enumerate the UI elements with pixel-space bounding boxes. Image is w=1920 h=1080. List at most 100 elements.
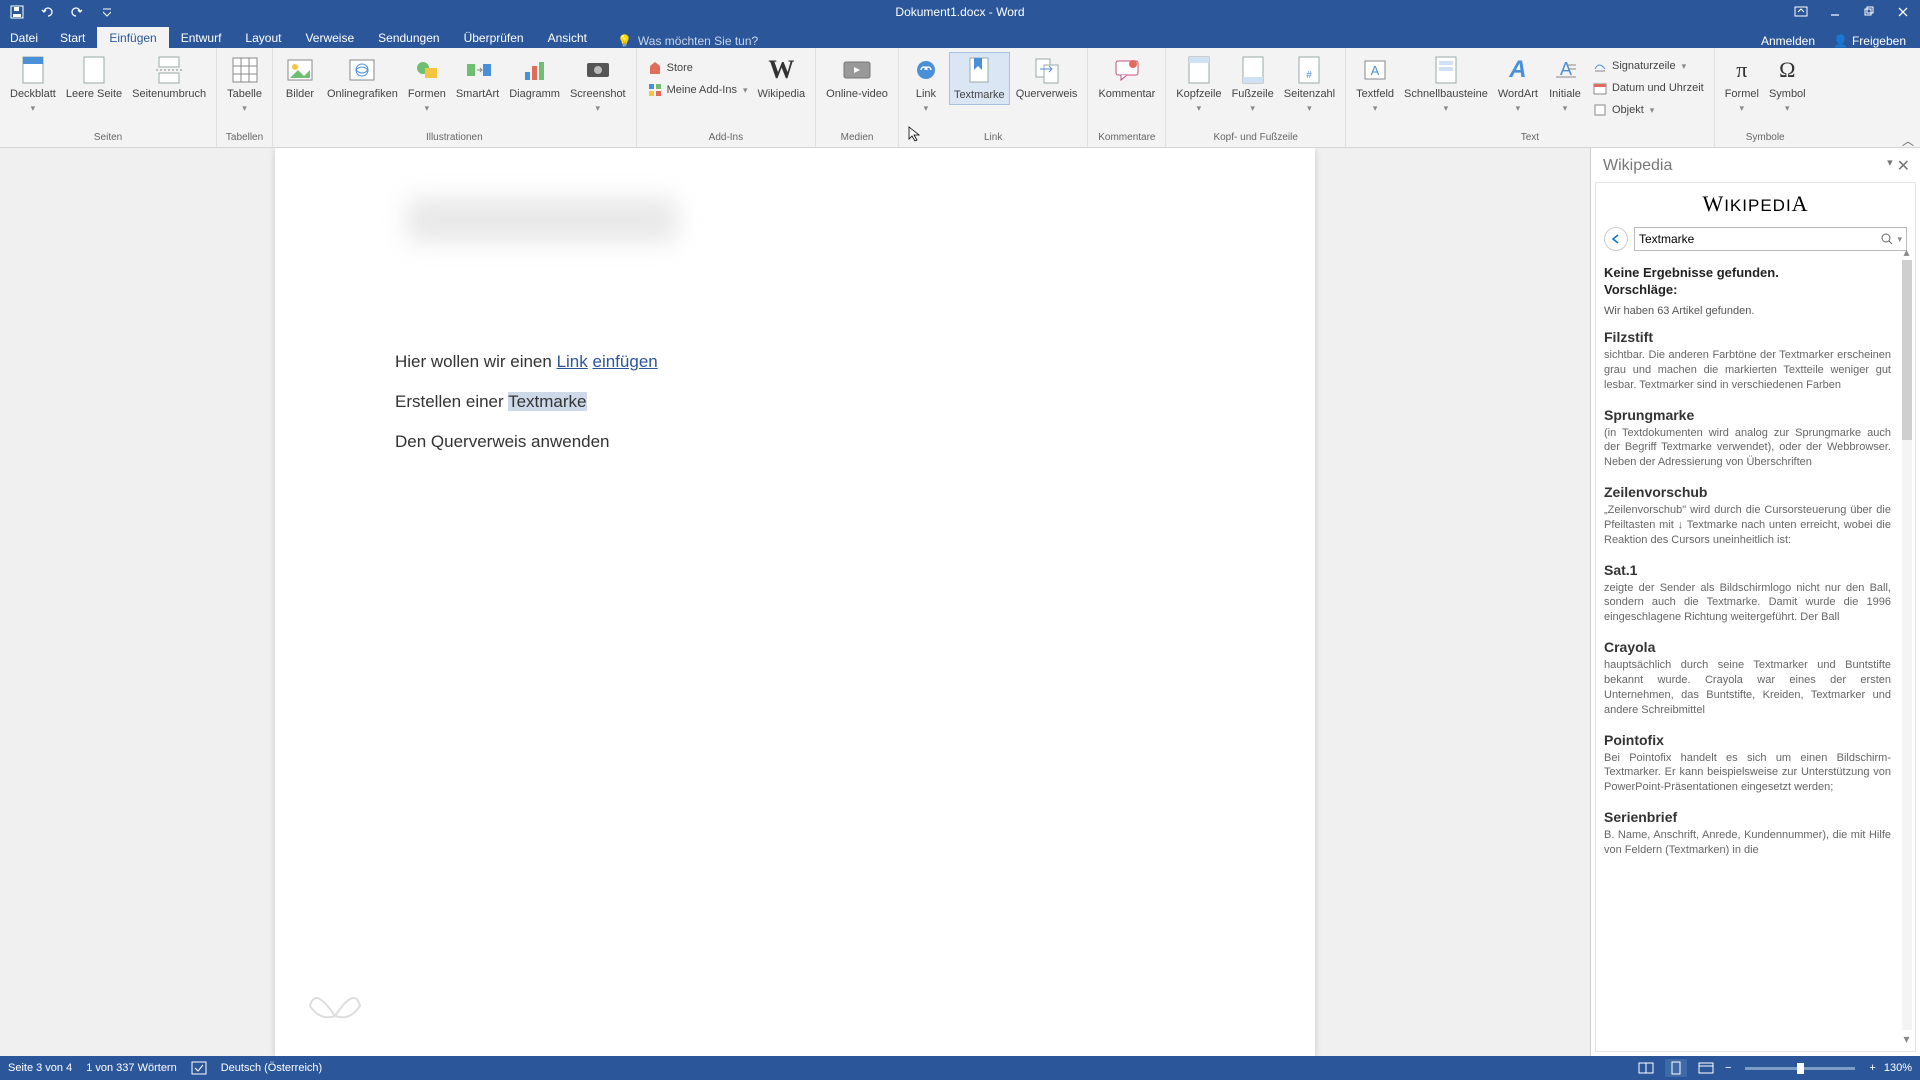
tab-layout[interactable]: Layout	[233, 27, 293, 48]
wiki-result-title[interactable]: Crayola	[1604, 639, 1891, 655]
save-button[interactable]	[6, 2, 28, 22]
status-language[interactable]: Deutsch (Österreich)	[221, 1062, 322, 1074]
dropcap-button[interactable]: AInitiale▾	[1544, 52, 1586, 115]
selected-text[interactable]: Textmarke	[508, 392, 586, 411]
ribbon-display-options[interactable]	[1784, 0, 1818, 24]
signature-icon	[1592, 58, 1608, 74]
zoom-in-button[interactable]: +	[1869, 1062, 1875, 1074]
maximize-button[interactable]	[1852, 0, 1886, 24]
scroll-down-icon[interactable]: ▾	[1898, 1030, 1915, 1047]
zoom-slider[interactable]	[1745, 1067, 1855, 1070]
read-mode-button[interactable]	[1635, 1059, 1657, 1077]
pane-menu-button[interactable]: ▾	[1887, 156, 1893, 176]
group-headerfooter: Kopfzeile▾ Fußzeile▾ #Seitenzahl▾ Kopf- …	[1166, 48, 1346, 147]
cross-reference-button[interactable]: Querverweis	[1012, 52, 1082, 103]
text-span: Erstellen einer	[395, 392, 508, 411]
wiki-scrollbar[interactable]: ▴ ▾	[1898, 243, 1915, 1047]
web-layout-button[interactable]	[1695, 1059, 1717, 1077]
wiki-result-title[interactable]: Zeilenvorschub	[1604, 484, 1891, 500]
tab-review[interactable]: Überprüfen	[452, 27, 536, 48]
close-button[interactable]	[1886, 0, 1920, 24]
comment-button[interactable]: Kommentar	[1094, 52, 1159, 103]
wiki-result-item[interactable]: PointofixBei Pointofix handelt es sich u…	[1604, 732, 1891, 796]
collapse-ribbon-button[interactable]: ︿	[1902, 132, 1914, 149]
online-video-button[interactable]: Online-video	[822, 52, 892, 103]
redo-button[interactable]	[66, 2, 88, 22]
scroll-thumb[interactable]	[1902, 260, 1912, 440]
addins-icon	[647, 82, 663, 98]
store-button[interactable]: Store	[643, 58, 752, 78]
wiki-result-item[interactable]: SerienbriefB. Name, Anschrift, Anrede, K…	[1604, 809, 1891, 858]
hyperlink-link[interactable]: Link	[557, 352, 588, 371]
wiki-result-item[interactable]: Crayolahauptsächlich durch seine Textmar…	[1604, 639, 1891, 717]
tell-me-search[interactable]: 💡 Was möchten Sie tun?	[617, 34, 758, 48]
doc-line-2[interactable]: Erstellen einer Textmarke	[395, 392, 1195, 412]
blank-page-button[interactable]: Leere Seite	[62, 52, 126, 103]
undo-button[interactable]	[36, 2, 58, 22]
document-page[interactable]: Hier wollen wir einen Link einfügen Erst…	[275, 148, 1315, 1056]
share-button[interactable]: 👤Freigeben	[1833, 34, 1906, 48]
tab-file[interactable]: Datei	[0, 27, 48, 48]
wiki-result-item[interactable]: Filzstiftsichtbar. Die anderen Farbtöne …	[1604, 329, 1891, 393]
qat-customize[interactable]	[96, 2, 118, 22]
signin-link[interactable]: Anmelden	[1761, 34, 1815, 48]
table-button[interactable]: Tabelle▾	[223, 52, 266, 115]
tab-insert[interactable]: Einfügen	[97, 27, 168, 48]
quickparts-button[interactable]: Schnellbausteine▾	[1400, 52, 1492, 115]
chart-button[interactable]: Diagramm	[505, 52, 564, 103]
wikipedia-addin-button[interactable]: WWikipedia	[753, 52, 809, 103]
my-addins-button[interactable]: Meine Add-Ins▾	[643, 80, 752, 100]
pictures-button[interactable]: Bilder	[279, 52, 321, 103]
wiki-result-title[interactable]: Filzstift	[1604, 329, 1891, 345]
tell-me-placeholder: Was möchten Sie tun?	[638, 34, 758, 48]
tab-view[interactable]: Ansicht	[536, 27, 599, 48]
footer-button[interactable]: Fußzeile▾	[1228, 52, 1278, 115]
header-button[interactable]: Kopfzeile▾	[1172, 52, 1225, 115]
tab-home[interactable]: Start	[48, 27, 97, 48]
date-time-button[interactable]: Datum und Uhrzeit	[1588, 78, 1708, 98]
page-break-button[interactable]: Seitenumbruch	[128, 52, 210, 103]
bookmark-button[interactable]: Textmarke	[949, 52, 1010, 105]
wiki-result-item[interactable]: Zeilenvorschub„Zeilenvorschub" wird durc…	[1604, 484, 1891, 548]
wiki-search-input[interactable]	[1639, 232, 1881, 246]
minimize-button[interactable]	[1818, 0, 1852, 24]
wiki-result-title[interactable]: Serienbrief	[1604, 809, 1891, 825]
print-layout-button[interactable]	[1665, 1059, 1687, 1077]
wordart-button[interactable]: AWordArt▾	[1494, 52, 1542, 115]
signature-line-button[interactable]: Signaturzeile▾	[1588, 56, 1708, 76]
equation-button[interactable]: πFormel▾	[1721, 52, 1763, 115]
page-number-button[interactable]: #Seitenzahl▾	[1280, 52, 1339, 115]
doc-line-3[interactable]: Den Querverweis anwenden	[395, 432, 1195, 452]
status-words[interactable]: 1 von 337 Wörtern	[86, 1062, 177, 1074]
tab-design[interactable]: Entwurf	[169, 27, 234, 48]
status-page[interactable]: Seite 3 von 4	[8, 1062, 72, 1074]
screenshot-button[interactable]: Screenshot▾	[566, 52, 630, 115]
tab-mailings[interactable]: Sendungen	[366, 27, 451, 48]
tab-references[interactable]: Verweise	[293, 27, 366, 48]
wiki-result-item[interactable]: Sat.1zeigte der Sender als Bildschirmlog…	[1604, 562, 1891, 626]
cover-page-button[interactable]: Deckblatt▾	[6, 52, 60, 115]
zoom-out-button[interactable]: −	[1725, 1062, 1731, 1074]
zoom-level[interactable]: 130%	[1884, 1062, 1912, 1074]
wiki-suggestions-label: Vorschläge:	[1604, 282, 1907, 297]
hyperlink-einfuegen[interactable]: einfügen	[593, 352, 658, 371]
link-button[interactable]: Link▾	[905, 52, 947, 115]
wikipedia-pane: Wikipedia ▾ ✕ WIKIPEDIA ▾ Keine Ergebnis…	[1590, 148, 1920, 1056]
spellcheck-icon[interactable]	[191, 1061, 207, 1075]
symbol-button[interactable]: ΩSymbol▾	[1765, 52, 1810, 115]
pane-close-button[interactable]: ✕	[1897, 156, 1910, 176]
online-pictures-button[interactable]: Onlinegrafiken	[323, 52, 402, 103]
wiki-result-item[interactable]: Sprungmarke(in Textdokumenten wird analo…	[1604, 407, 1891, 471]
search-icon[interactable]	[1881, 233, 1893, 245]
doc-line-1[interactable]: Hier wollen wir einen Link einfügen	[395, 352, 1195, 372]
wiki-result-title[interactable]: Sat.1	[1604, 562, 1891, 578]
group-label-symbols: Symbole	[1746, 132, 1785, 145]
wiki-result-title[interactable]: Sprungmarke	[1604, 407, 1891, 423]
smartart-button[interactable]: SmartArt	[452, 52, 503, 103]
shapes-button[interactable]: Formen▾	[404, 52, 450, 115]
wiki-result-title[interactable]: Pointofix	[1604, 732, 1891, 748]
wiki-back-button[interactable]	[1604, 227, 1628, 251]
scroll-up-icon[interactable]: ▴	[1898, 243, 1915, 260]
textbox-button[interactable]: ATextfeld▾	[1352, 52, 1398, 115]
object-button[interactable]: Objekt▾	[1588, 100, 1708, 120]
